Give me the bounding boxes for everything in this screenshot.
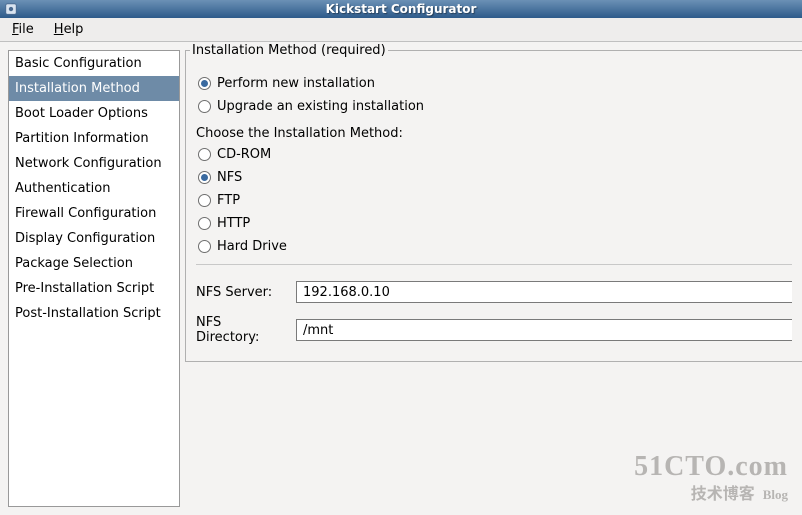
radio-icon[interactable]: [198, 240, 211, 253]
group-title: Installation Method (required): [190, 43, 388, 58]
window-title: Kickstart Configurator: [326, 2, 477, 16]
radio-label: NFS: [217, 170, 242, 185]
install-method-option[interactable]: CD-ROM: [196, 143, 792, 166]
radio-icon[interactable]: [198, 148, 211, 161]
sidebar-item-network-configuration[interactable]: Network Configuration: [9, 151, 179, 176]
main-panel: Installation Method (required) Perform n…: [185, 42, 802, 515]
sidebar-item-package-selection[interactable]: Package Selection: [9, 251, 179, 276]
radio-icon[interactable]: [198, 100, 211, 113]
install-method-option[interactable]: NFS: [196, 166, 792, 189]
radio-label: CD-ROM: [217, 147, 271, 162]
sidebar-item-installation-method[interactable]: Installation Method: [9, 76, 179, 101]
content-area: Basic ConfigurationInstallation MethodBo…: [0, 42, 802, 515]
watermark: 51CTO.com 技术博客 Blog: [634, 453, 788, 501]
nfs-directory-input[interactable]: [296, 319, 792, 341]
radio-label: Perform new installation: [217, 76, 375, 91]
install-method-option[interactable]: Hard Drive: [196, 235, 792, 258]
watermark-line2b: Blog: [763, 488, 788, 501]
window-titlebar: Kickstart Configurator: [0, 0, 802, 18]
sidebar-item-display-configuration[interactable]: Display Configuration: [9, 226, 179, 251]
sidebar: Basic ConfigurationInstallation MethodBo…: [8, 50, 180, 507]
install-type-option[interactable]: Perform new installation: [196, 72, 792, 95]
radio-icon[interactable]: [198, 171, 211, 184]
separator: [196, 264, 792, 265]
nfs-server-input[interactable]: [296, 281, 792, 303]
sidebar-item-post-installation-script[interactable]: Post-Installation Script: [9, 301, 179, 326]
radio-icon[interactable]: [198, 217, 211, 230]
menu-file[interactable]: File: [6, 20, 40, 39]
nfs-server-label: NFS Server:: [196, 285, 288, 300]
choose-method-label: Choose the Installation Method:: [196, 118, 792, 143]
sidebar-item-authentication[interactable]: Authentication: [9, 176, 179, 201]
radio-label: HTTP: [217, 216, 250, 231]
sidebar-item-boot-loader-options[interactable]: Boot Loader Options: [9, 101, 179, 126]
nfs-directory-row: NFS Directory:: [196, 309, 792, 351]
radio-label: FTP: [217, 193, 240, 208]
sidebar-item-pre-installation-script[interactable]: Pre-Installation Script: [9, 276, 179, 301]
install-type-option[interactable]: Upgrade an existing installation: [196, 95, 792, 118]
watermark-line2a: 技术博客: [691, 484, 755, 500]
radio-label: Upgrade an existing installation: [217, 99, 424, 114]
menubar: File Help: [0, 18, 802, 42]
watermark-line1: 51CTO.com: [634, 453, 788, 481]
installation-method-group: Installation Method (required) Perform n…: [185, 50, 802, 362]
install-method-option[interactable]: HTTP: [196, 212, 792, 235]
radio-label: Hard Drive: [217, 239, 287, 254]
install-method-option[interactable]: FTP: [196, 189, 792, 212]
radio-icon[interactable]: [198, 77, 211, 90]
menu-help[interactable]: Help: [48, 20, 90, 39]
sidebar-item-firewall-configuration[interactable]: Firewall Configuration: [9, 201, 179, 226]
sidebar-item-partition-information[interactable]: Partition Information: [9, 126, 179, 151]
radio-icon[interactable]: [198, 194, 211, 207]
nfs-server-row: NFS Server:: [196, 275, 792, 309]
app-icon: [4, 2, 18, 16]
sidebar-item-basic-configuration[interactable]: Basic Configuration: [9, 51, 179, 76]
nfs-directory-label: NFS Directory:: [196, 315, 288, 345]
